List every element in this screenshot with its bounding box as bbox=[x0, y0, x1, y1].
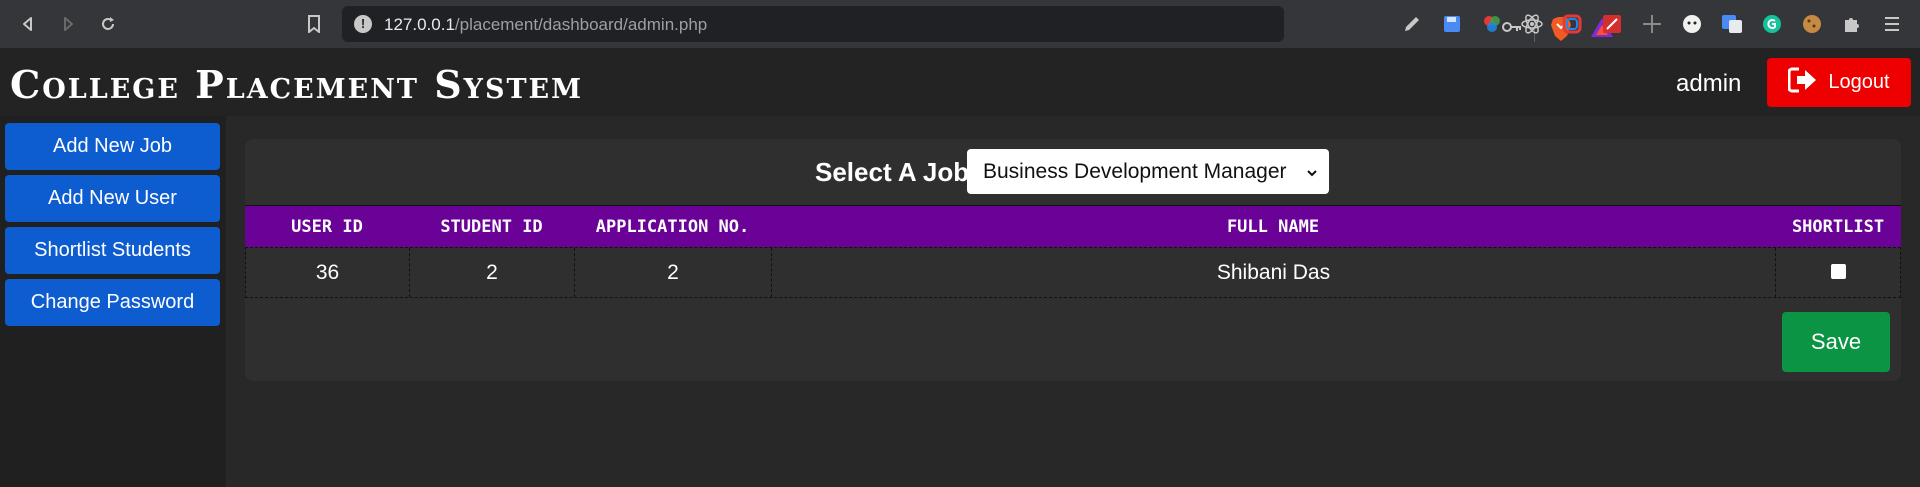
toolbox-icon[interactable] bbox=[1600, 12, 1624, 36]
sidebar-item-change-password[interactable]: Change Password bbox=[5, 279, 220, 326]
chevron-down-icon bbox=[1305, 162, 1319, 186]
username: admin bbox=[1676, 70, 1742, 97]
site-info-icon[interactable]: ! bbox=[354, 15, 372, 33]
column-header-shortlist: SHORTLIST bbox=[1791, 217, 1885, 237]
table-header: USER ID STUDENT ID APPLICATION NO. FULL … bbox=[245, 205, 1901, 247]
browser-toolbar: ! 127.0.0.1/placement/dashboard/admin.ph… bbox=[0, 0, 1920, 48]
app-header: College Placement System admin Logout bbox=[0, 48, 1920, 116]
sidebar-item-add-new-user[interactable]: Add New User bbox=[5, 175, 220, 222]
cell-student-id: 2 bbox=[410, 248, 575, 297]
job-select[interactable]: Business Development Manager bbox=[967, 149, 1329, 194]
url-text[interactable]: 127.0.0.1/placement/dashboard/admin.php bbox=[384, 15, 707, 35]
color-picker-icon[interactable] bbox=[1480, 12, 1504, 36]
sidebar-item-add-new-job[interactable]: Add New Job bbox=[5, 123, 220, 170]
menu-icon[interactable] bbox=[1880, 12, 1904, 36]
job-select-value: Business Development Manager bbox=[983, 159, 1287, 183]
logout-label: Logout bbox=[1828, 71, 1890, 93]
sidebar-item-shortlist-students[interactable]: Shortlist Students bbox=[5, 227, 220, 274]
reload-icon[interactable] bbox=[96, 12, 120, 36]
shortlist-panel: Select A Job Business Development Manage… bbox=[245, 139, 1901, 381]
sidebar: Add New Job Add New User Shortlist Stude… bbox=[0, 116, 226, 487]
column-header-full-name: FULL NAME bbox=[1226, 217, 1320, 237]
cell-shortlist bbox=[1776, 248, 1900, 297]
pencil-icon[interactable] bbox=[1400, 12, 1424, 36]
chromatic-icon[interactable] bbox=[1560, 12, 1584, 36]
site-title[interactable]: College Placement System bbox=[10, 66, 583, 104]
cell-application-no: 2 bbox=[575, 248, 772, 297]
column-header-application-no: APPLICATION NO. bbox=[595, 217, 750, 237]
back-icon[interactable] bbox=[16, 12, 40, 36]
react-icon[interactable] bbox=[1520, 12, 1544, 36]
cell-full-name: Shibani Das bbox=[772, 248, 1776, 297]
cookie-icon[interactable] bbox=[1800, 12, 1824, 36]
column-header-student-id: STUDENT ID bbox=[440, 217, 543, 237]
logout-button[interactable]: Logout bbox=[1767, 58, 1911, 107]
bookmark-icon[interactable] bbox=[302, 12, 326, 36]
forward-icon[interactable] bbox=[56, 12, 80, 36]
cell-user-id: 36 bbox=[246, 248, 410, 297]
face-icon[interactable] bbox=[1680, 12, 1704, 36]
shortlist-checkbox[interactable] bbox=[1830, 263, 1846, 279]
puzzle-icon[interactable] bbox=[1840, 12, 1864, 36]
save-button[interactable]: Save bbox=[1782, 312, 1890, 372]
translate-icon[interactable] bbox=[1720, 12, 1744, 36]
move-icon[interactable] bbox=[1640, 12, 1664, 36]
grammarly-icon[interactable] bbox=[1760, 12, 1784, 36]
job-select-label: Select A Job bbox=[815, 157, 970, 187]
table-row: 36 2 2 Shibani Das bbox=[245, 247, 1901, 298]
key-icon[interactable] bbox=[1502, 20, 1522, 38]
address-bar[interactable]: ! 127.0.0.1/placement/dashboard/admin.ph… bbox=[342, 6, 1613, 42]
column-header-user-id: USER ID bbox=[291, 217, 363, 237]
logout-icon bbox=[1787, 67, 1818, 99]
save-icon[interactable] bbox=[1440, 12, 1464, 36]
